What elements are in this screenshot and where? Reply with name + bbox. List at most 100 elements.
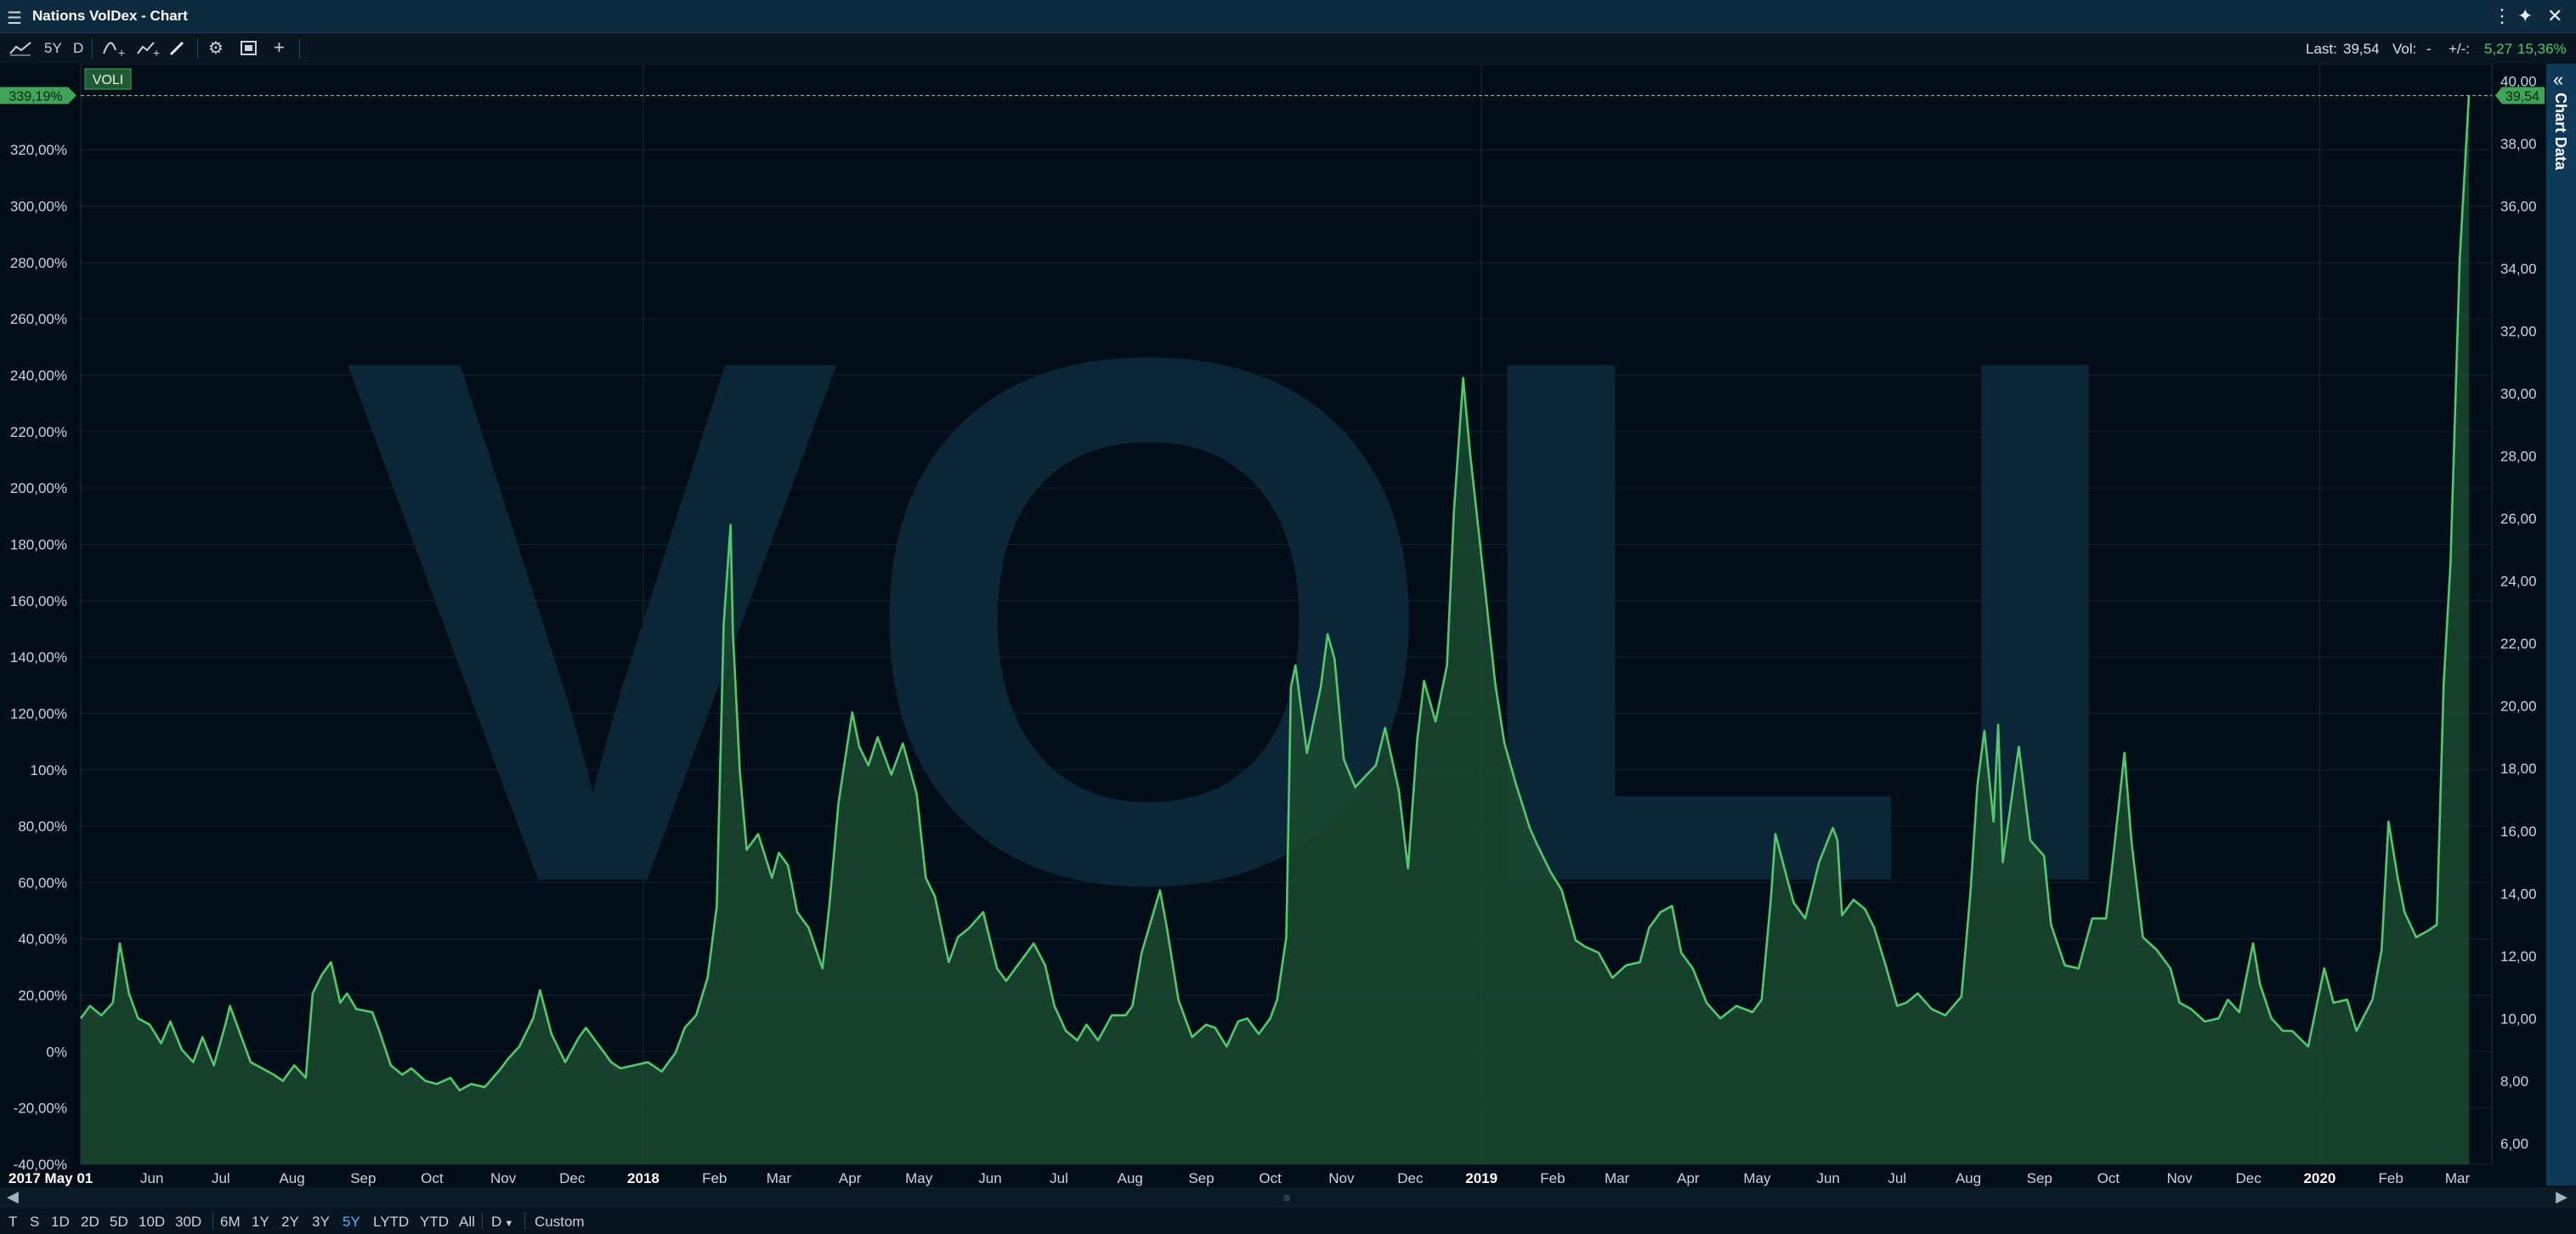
right-axis-tick-label: 36,00 bbox=[2500, 199, 2537, 215]
right-axis-tick-label: 20,00 bbox=[2500, 699, 2537, 715]
x-axis-tick-label: Jul bbox=[1888, 1170, 1906, 1186]
right-axis-tick-label: 6,00 bbox=[2500, 1135, 2528, 1152]
svg-text:+: + bbox=[118, 46, 125, 59]
left-axis-tick-label: 140,00% bbox=[10, 649, 67, 665]
range-button-1D[interactable]: 1D bbox=[51, 1214, 70, 1231]
left-axis-tick-label: 220,00% bbox=[10, 424, 67, 440]
x-axis-tick-label: Jul bbox=[1050, 1170, 1068, 1186]
expand-panel-icon[interactable]: « bbox=[2553, 69, 2563, 91]
left-axis-tick-label: 40,00% bbox=[18, 931, 67, 948]
x-axis-tick-label: Oct bbox=[2098, 1170, 2120, 1186]
compare-icon[interactable]: + bbox=[136, 40, 161, 59]
range-button-T[interactable]: T bbox=[8, 1214, 17, 1231]
chart-watermark: VOLI bbox=[343, 203, 2155, 1039]
scroll-right-icon[interactable]: ▶ bbox=[2556, 1188, 2568, 1206]
range-button-S[interactable]: S bbox=[30, 1214, 39, 1231]
chart-toolbar: 5Y D + + ⚙ + Last: 39,54 Vol: - +/-: 5,2… bbox=[0, 33, 2576, 64]
close-icon[interactable]: ✕ bbox=[2547, 5, 2562, 27]
range-button-30D[interactable]: 30D bbox=[175, 1214, 201, 1231]
chart-data-panel-toggle[interactable]: « Chart Data bbox=[2546, 64, 2576, 1186]
left-axis-tick-label: 280,00% bbox=[10, 255, 67, 271]
scroll-left-icon[interactable]: ◀ bbox=[7, 1188, 19, 1206]
x-axis-tick-label: May bbox=[1743, 1170, 1771, 1186]
range-button-5D[interactable]: 5D bbox=[110, 1214, 128, 1231]
x-axis-tick-label: Mar bbox=[1605, 1170, 1630, 1186]
series-legend-label: VOLI bbox=[93, 73, 123, 88]
range-button-2D[interactable]: 2D bbox=[81, 1214, 99, 1231]
left-axis-tick-label: 0% bbox=[46, 1044, 67, 1060]
x-axis-tick-label: Dec bbox=[1397, 1170, 1424, 1186]
right-axis-tick-label: 32,00 bbox=[2500, 324, 2537, 340]
x-axis-tick-label: Apr bbox=[839, 1170, 862, 1186]
range-divider bbox=[212, 1213, 213, 1230]
x-axis-tick-label: Feb bbox=[1540, 1170, 1565, 1186]
x-axis-tick-label: Apr bbox=[1677, 1170, 1700, 1186]
x-axis-tick-label: Jun bbox=[1816, 1170, 1839, 1186]
right-axis-tick-label: 8,00 bbox=[2500, 1073, 2528, 1090]
range-divider bbox=[482, 1213, 483, 1230]
range-button-2Y[interactable]: 2Y bbox=[281, 1214, 299, 1231]
interval-selector[interactable]: D bbox=[73, 40, 83, 57]
x-axis-tick-label: Sep bbox=[350, 1170, 376, 1186]
range-button-3Y[interactable]: 3Y bbox=[312, 1214, 330, 1231]
right-axis-tick-label: 12,00 bbox=[2500, 948, 2537, 965]
right-axis-tick-label: 14,00 bbox=[2500, 886, 2537, 902]
hamburger-menu-icon[interactable]: ☰ bbox=[7, 8, 22, 29]
range-button-10D[interactable]: 10D bbox=[139, 1214, 165, 1231]
x-axis-tick-label: Aug bbox=[279, 1170, 304, 1186]
left-axis-tick-label: 20,00% bbox=[18, 988, 67, 1004]
right-axis-tick-label: 10,00 bbox=[2500, 1010, 2537, 1027]
x-axis-tick-label: 2018 bbox=[627, 1170, 660, 1186]
toolbar-divider bbox=[92, 38, 93, 59]
left-axis-tick-label: 180,00% bbox=[10, 536, 67, 552]
window-title: Nations VolDex - Chart bbox=[32, 8, 188, 24]
line-chart-icon[interactable] bbox=[8, 40, 32, 57]
x-axis-tick-label: Jun bbox=[140, 1170, 163, 1186]
right-axis-tick-label: 18,00 bbox=[2500, 761, 2537, 777]
chart-data-tab-label: Chart Data bbox=[2552, 93, 2569, 171]
x-axis-tick-label: Oct bbox=[1259, 1170, 1282, 1186]
range-button-All[interactable]: All bbox=[459, 1214, 475, 1231]
left-axis-tick-label: 320,00% bbox=[10, 142, 67, 158]
left-axis-tick-label: 100% bbox=[31, 762, 67, 778]
right-axis-tick-label: 24,00 bbox=[2500, 574, 2537, 590]
right-axis-tick-label: 34,00 bbox=[2500, 261, 2537, 277]
draw-pencil-icon[interactable] bbox=[168, 40, 187, 57]
settings-gear-icon[interactable]: ⚙ bbox=[208, 37, 224, 59]
change-label: +/-: bbox=[2449, 41, 2471, 57]
range-button-YTD[interactable]: YTD bbox=[420, 1214, 449, 1231]
x-axis-tick-label: Mar bbox=[767, 1170, 792, 1186]
interval-dropdown[interactable]: D ▼ bbox=[491, 1214, 513, 1231]
x-axis-tick-label: 2017 May 01 bbox=[8, 1170, 93, 1186]
x-axis-tick-label: 2020 bbox=[2303, 1170, 2335, 1186]
layout-icon[interactable] bbox=[240, 40, 258, 57]
chevron-down-icon: ▼ bbox=[501, 1219, 514, 1229]
x-axis-tick-label: Sep bbox=[1188, 1170, 1214, 1186]
x-axis-tick-label: Sep bbox=[2027, 1170, 2052, 1186]
last-label: Last: bbox=[2306, 41, 2337, 57]
crosshair-icon[interactable]: + bbox=[274, 37, 285, 59]
timeline-scrollbar[interactable]: ◀ ≡ ▶ bbox=[0, 1187, 2576, 1208]
x-axis-tick-label: Feb bbox=[702, 1170, 727, 1186]
x-axis-tick-label: May bbox=[905, 1170, 933, 1186]
left-axis-tick-label: 60,00% bbox=[18, 875, 67, 891]
left-axis-tick-label: 160,00% bbox=[10, 593, 67, 609]
range-button-LYTD[interactable]: LYTD bbox=[373, 1214, 409, 1231]
toolbar-divider bbox=[197, 38, 198, 59]
range-button-6M[interactable]: 6M bbox=[220, 1214, 241, 1231]
left-axis-tick-label: 200,00% bbox=[10, 480, 67, 496]
x-axis-tick-label: 2019 bbox=[1465, 1170, 1497, 1186]
add-indicator-icon[interactable]: + bbox=[102, 40, 127, 59]
volume-value: - bbox=[2426, 41, 2432, 57]
range-button-1Y[interactable]: 1Y bbox=[252, 1214, 269, 1231]
custom-range-button[interactable]: Custom bbox=[535, 1214, 585, 1231]
right-axis-tick-label: 38,00 bbox=[2500, 136, 2537, 152]
more-icon[interactable]: ⋮ bbox=[2493, 5, 2511, 27]
range-button-5Y[interactable]: 5Y bbox=[343, 1214, 360, 1231]
x-axis-tick-label: Dec bbox=[2235, 1170, 2262, 1186]
price-chart[interactable]: VOLI -40,00%-20,00%0%20,00%40,00%60,00%8… bbox=[0, 64, 2546, 1187]
change-absolute: 5,27 bbox=[2484, 41, 2513, 57]
period-selector[interactable]: 5Y bbox=[44, 40, 62, 57]
unlink-icon[interactable]: ✦ bbox=[2517, 5, 2533, 27]
scrollbar-grip[interactable]: ≡ bbox=[1283, 1191, 1290, 1204]
